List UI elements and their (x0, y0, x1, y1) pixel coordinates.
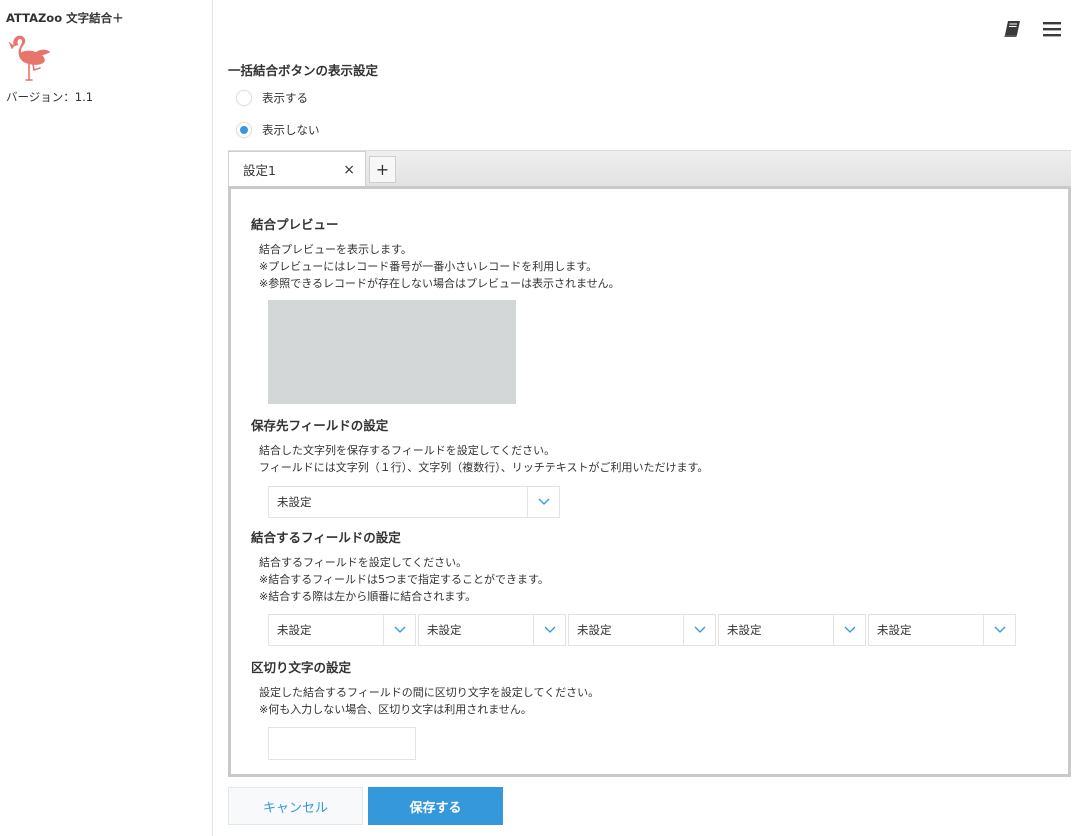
bulk-button-title: 一括結合ボタンの表示設定 (228, 63, 379, 78)
combine-field-select-5[interactable]: 未設定 (868, 614, 1016, 646)
destination-field-select[interactable]: 未設定 (268, 486, 560, 518)
flamingo-logo-icon (8, 35, 51, 81)
combine-select-1-value: 未設定 (277, 623, 312, 637)
preview-desc-1: 結合プレビューを表示します。 (259, 243, 412, 256)
separator-desc-1: 設定した結合するフィールドの間に区切り文字を設定してください。 (259, 686, 600, 699)
combine-select-2-value: 未設定 (427, 623, 462, 637)
combine-field-select-1[interactable]: 未設定 (268, 614, 416, 646)
preview-desc-2: ※プレビューにはレコード番号が一番小さいレコードを利用します。 (259, 260, 598, 273)
separator-desc-2: ※何も入力しない場合、区切り文字は利用されません。 (259, 703, 532, 716)
chevron-down-icon (533, 615, 565, 645)
chevron-down-icon (833, 615, 865, 645)
combine-desc-2: ※結合するフィールドは5つまで指定することができます。 (259, 573, 549, 586)
radio-hide-circle[interactable] (236, 122, 252, 138)
tab-setting-1[interactable]: 設定1 × (228, 151, 366, 187)
radio-show-label: 表示する (262, 91, 308, 105)
combine-select-5-value: 未設定 (877, 623, 912, 637)
radio-show-circle[interactable] (236, 90, 252, 106)
separator-input[interactable] (268, 727, 416, 760)
destination-desc-2: フィールドには文字列（１行）、文字列（複数行）、リッチテキストがご利用いただけま… (259, 461, 709, 474)
preview-desc-3: ※参照できるレコードが存在しない場合はプレビューは表示されません。 (259, 277, 620, 290)
combine-field-select-4[interactable]: 未設定 (718, 614, 866, 646)
separator-title: 区切り文字の設定 (251, 660, 352, 675)
preview-box (268, 300, 516, 404)
radio-hide[interactable]: 表示しない (236, 122, 320, 138)
chevron-down-icon (683, 615, 715, 645)
chevron-down-icon (383, 615, 415, 645)
combine-field-select-3[interactable]: 未設定 (568, 614, 716, 646)
tab-bar: 設定1 × + (228, 150, 1071, 187)
chevron-down-icon (527, 487, 559, 517)
combine-desc-3: ※結合する際は左から順番に結合されます。 (259, 590, 477, 603)
add-tab-button[interactable]: + (369, 156, 396, 183)
settings-panel: 結合プレビュー 結合プレビューを表示します。 ※プレビューにはレコード番号が一番… (228, 186, 1071, 777)
close-tab-icon[interactable]: × (343, 162, 355, 178)
save-button[interactable]: 保存する (368, 787, 503, 825)
destination-title: 保存先フィールドの設定 (251, 418, 389, 433)
combine-title: 結合するフィールドの設定 (251, 530, 401, 545)
cancel-button[interactable]: キャンセル (228, 787, 363, 825)
manual-book-icon[interactable] (1001, 19, 1023, 39)
combine-select-4-value: 未設定 (727, 623, 762, 637)
version-label: バージョン：1.1 (6, 90, 94, 104)
destination-select-value: 未設定 (277, 495, 312, 509)
combine-desc-1: 結合するフィールドを設定してください。 (259, 556, 468, 569)
tab-setting-1-label: 設定1 (243, 163, 276, 178)
combine-field-select-2[interactable]: 未設定 (418, 614, 566, 646)
app-title: ATTAZoo 文字結合＋ (6, 11, 124, 25)
combine-select-3-value: 未設定 (577, 623, 612, 637)
chevron-down-icon (983, 615, 1015, 645)
hamburger-menu-icon[interactable] (1041, 19, 1063, 39)
radio-hide-label: 表示しない (262, 123, 320, 137)
preview-title: 結合プレビュー (251, 217, 339, 232)
destination-desc-1: 結合した文字列を保存するフィールドを設定してください。 (259, 444, 556, 457)
radio-show[interactable]: 表示する (236, 90, 308, 106)
header-toolbar (1001, 19, 1063, 39)
sidebar: ATTAZoo 文字結合＋ バージョン：1.1 (0, 0, 213, 836)
